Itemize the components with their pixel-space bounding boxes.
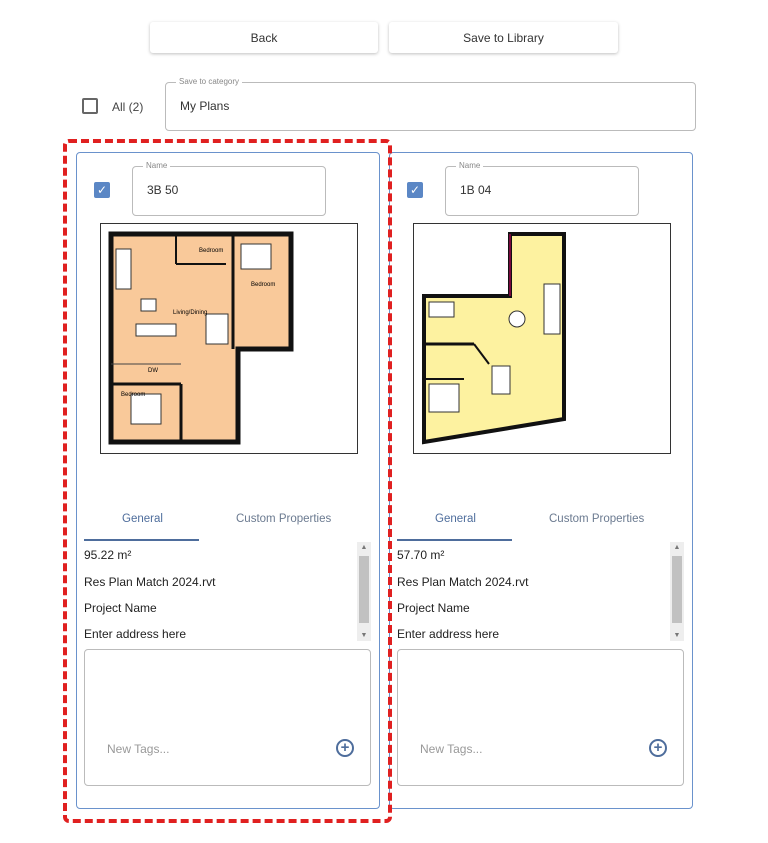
address: Enter address here <box>397 627 500 641</box>
tags-input[interactable]: New Tags... + <box>84 649 371 786</box>
tab-custom-properties[interactable]: Custom Properties <box>236 513 331 525</box>
check-icon: ✓ <box>96 183 108 197</box>
tags-placeholder: New Tags... <box>420 742 483 756</box>
card-checkbox[interactable]: ✓ <box>94 182 110 198</box>
plan-label: Bedroom <box>251 282 275 288</box>
add-tag-icon[interactable]: + <box>649 739 667 757</box>
address: Enter address here <box>84 627 187 641</box>
plan-label: DW <box>148 368 158 374</box>
properties-scrollbar[interactable]: ▲ ▼ <box>357 542 371 641</box>
project-name: Project Name <box>84 601 157 615</box>
name-value: 1B 04 <box>460 183 492 197</box>
save-to-library-button[interactable]: Save to Library <box>389 22 618 53</box>
floor-plan-image: Bedroom Bedroom Living/Dining DW Bedroom <box>100 223 358 454</box>
plan-label: Living/Dining <box>173 310 207 316</box>
name-label: Name <box>143 161 171 170</box>
category-field[interactable]: Save to category My Plans <box>165 77 696 131</box>
active-tab-indicator <box>397 539 512 541</box>
active-tab-indicator <box>84 539 199 541</box>
category-label: Save to category <box>176 77 243 86</box>
select-all-checkbox[interactable] <box>82 98 98 114</box>
tab-general[interactable]: General <box>122 513 163 525</box>
name-field[interactable]: Name 1B 04 <box>445 161 639 216</box>
check-icon: ✓ <box>409 183 421 197</box>
file-name: Res Plan Match 2024.rvt <box>397 575 529 589</box>
plan-label: Bedroom <box>199 248 223 254</box>
tab-custom-properties[interactable]: Custom Properties <box>549 513 644 525</box>
back-button[interactable]: Back <box>150 22 378 53</box>
add-tag-icon[interactable]: + <box>336 739 354 757</box>
tab-general[interactable]: General <box>435 513 476 525</box>
name-value: 3B 50 <box>147 183 179 197</box>
project-name: Project Name <box>397 601 470 615</box>
area-value: 57.70 m² <box>397 548 445 562</box>
name-field[interactable]: Name 3B 50 <box>132 161 326 216</box>
plan-card[interactable]: ✓ Name 1B 04 General Custom Properties 5… <box>389 152 693 809</box>
floor-plan-image <box>413 223 671 454</box>
tags-placeholder: New Tags... <box>107 742 170 756</box>
file-name: Res Plan Match 2024.rvt <box>84 575 216 589</box>
card-checkbox[interactable]: ✓ <box>407 182 423 198</box>
plan-card[interactable]: ✓ Name 3B 50 Bedroom Bedroom Living/Dini… <box>76 152 380 809</box>
tags-input[interactable]: New Tags... + <box>397 649 684 786</box>
select-all-label: All (2) <box>112 100 144 114</box>
area-value: 95.22 m² <box>84 548 132 562</box>
category-value: My Plans <box>180 99 230 113</box>
plan-label: Bedroom <box>121 392 145 398</box>
properties-scrollbar[interactable]: ▲ ▼ <box>670 542 684 641</box>
name-label: Name <box>456 161 484 170</box>
